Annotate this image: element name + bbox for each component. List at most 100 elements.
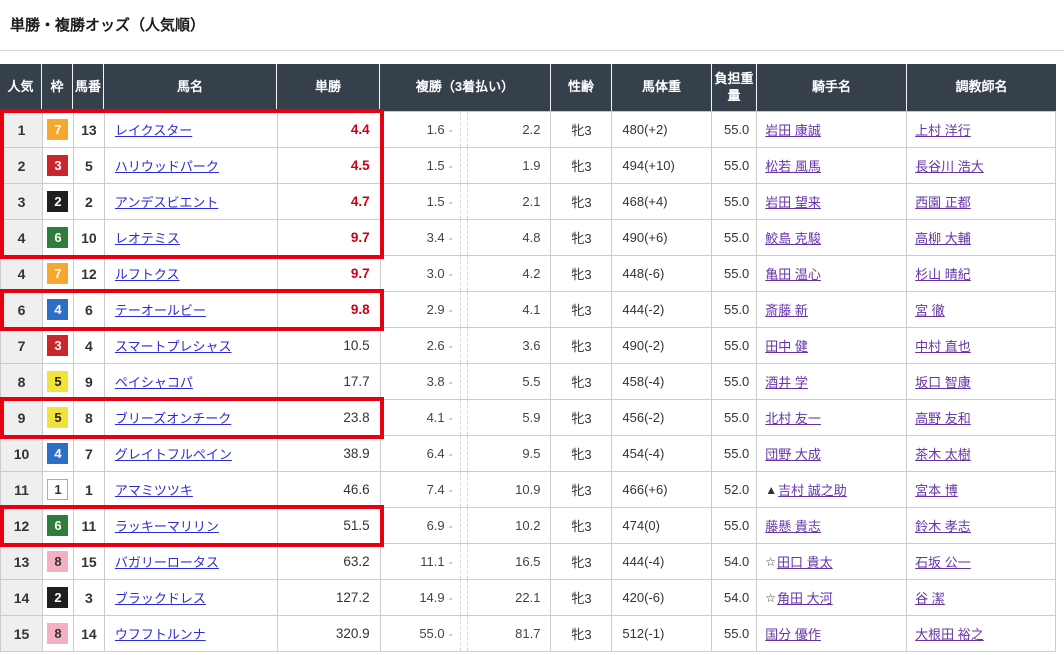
- place-odds-cell: 3.4-4.8: [381, 220, 552, 255]
- table-row: 734スマートプレシャス10.52.6-3.6牝3490(-2)55.0田中 健…: [0, 328, 1056, 364]
- jockey-link[interactable]: 田口 貴太: [777, 552, 833, 571]
- horse-weight-cell: 444(-4): [612, 544, 712, 579]
- trainer-link[interactable]: 鈴木 孝志: [915, 516, 971, 535]
- header-win-odds: 単勝: [277, 64, 380, 111]
- horse-name-cell: アマミツツキ: [105, 472, 278, 507]
- horse-name-link[interactable]: ハリウッドパーク: [115, 156, 219, 175]
- place-odds-high: 4.8: [468, 230, 551, 245]
- trainer-link[interactable]: 高野 友和: [915, 408, 971, 427]
- place-odds-low: 3.0: [381, 266, 445, 281]
- jockey-link[interactable]: 鮫島 克駿: [765, 228, 821, 247]
- horse-name-link[interactable]: ラッキーマリリン: [115, 516, 219, 535]
- jockey-link[interactable]: 吉村 誠之助: [778, 480, 847, 499]
- place-odds-low: 14.9: [381, 590, 445, 605]
- range-dash: -: [449, 555, 453, 569]
- win-odds-cell: 4.5: [278, 148, 381, 183]
- range-dash: -: [449, 375, 453, 389]
- trainer-link[interactable]: 茶木 太樹: [915, 444, 971, 463]
- odds-page: 単勝・複勝オッズ（人気順） 人気枠馬番馬名単勝複勝（3着払い）性齢馬体重負担重量…: [0, 0, 1064, 652]
- jockey-link[interactable]: 国分 優作: [765, 624, 821, 643]
- horse-name-link[interactable]: レオテミス: [115, 228, 180, 247]
- range-dash: -: [449, 159, 453, 173]
- place-odds-cell: 3.8-5.5: [381, 364, 552, 399]
- trainer-link[interactable]: 中村 直也: [915, 336, 971, 355]
- rank-cell: 14: [1, 580, 43, 615]
- jockey-link[interactable]: 酒井 学: [765, 372, 808, 391]
- horse-weight-cell: 490(+6): [612, 220, 712, 255]
- frame-badge: 4: [47, 299, 68, 320]
- frame-badge: 8: [47, 551, 68, 572]
- trainer-link[interactable]: 谷 潔: [915, 588, 945, 607]
- trainer-link[interactable]: 西園 正都: [915, 192, 971, 211]
- trainer-link[interactable]: 長谷川 浩大: [915, 156, 984, 175]
- place-odds-range: 6.4-9.5: [381, 436, 551, 471]
- horse-name-link[interactable]: ペイシャコパ: [115, 372, 193, 391]
- frame-badge: 3: [47, 335, 68, 356]
- place-odds-high: 2.2: [468, 122, 551, 137]
- trainer-link[interactable]: 坂口 智康: [915, 372, 971, 391]
- win-odds-value: 23.8: [343, 410, 369, 425]
- rank-cell: 11: [1, 472, 43, 507]
- trainer-link[interactable]: 大根田 裕之: [915, 624, 984, 643]
- horse-name-link[interactable]: スマートプレシャス: [115, 336, 232, 355]
- table-row: 4712ルフトクス9.73.0-4.2牝3448(-6)55.0亀田 温心杉山 …: [0, 256, 1056, 292]
- place-odds-range: 2.9-4.1: [381, 292, 551, 327]
- jockey-link[interactable]: 岩田 康誠: [765, 120, 821, 139]
- jockey-link[interactable]: 斎藤 新: [765, 300, 808, 319]
- trainer-link[interactable]: 宮 徹: [915, 300, 945, 319]
- sex-age-cell: 牝3: [551, 112, 612, 147]
- header-rank-label: 人気: [7, 79, 33, 95]
- rank-cell: 4: [1, 256, 43, 291]
- frame-badge: 7: [47, 263, 68, 284]
- horse-name-link[interactable]: ルフトクス: [115, 264, 180, 283]
- horse-number-cell: 14: [74, 616, 105, 651]
- place-odds-low: 4.1: [381, 410, 445, 425]
- horse-number-cell: 12: [74, 256, 105, 291]
- table-row: 322アンデスビエント4.71.5-2.1牝3468(+4)55.0岩田 望来西…: [0, 184, 1056, 220]
- place-odds-range: 3.4-4.8: [381, 220, 551, 255]
- horse-weight-cell: 474(0): [612, 508, 712, 543]
- win-odds-cell: 51.5: [278, 508, 381, 543]
- horse-name-link[interactable]: レイクスター: [115, 120, 192, 139]
- place-odds-cell: 55.0-81.7: [381, 616, 552, 651]
- frame-badge: 5: [47, 407, 68, 428]
- horse-name-link[interactable]: ウフフトルンナ: [115, 624, 206, 643]
- trainer-link[interactable]: 石坂 公一: [915, 552, 971, 571]
- place-odds-cell: 6.4-9.5: [381, 436, 552, 471]
- jockey-link[interactable]: 団野 大成: [765, 444, 821, 463]
- horse-weight-cell: 466(+6): [612, 472, 712, 507]
- trainer-link[interactable]: 杉山 晴紀: [915, 264, 971, 283]
- horse-weight-cell: 512(-1): [612, 616, 712, 651]
- horse-name-link[interactable]: アンデスビエント: [115, 192, 218, 211]
- horse-number-cell: 9: [74, 364, 105, 399]
- sex-age-cell: 牝3: [551, 364, 612, 399]
- trainer-link[interactable]: 高柳 大輔: [915, 228, 971, 247]
- horse-name-link[interactable]: アマミツツキ: [115, 480, 193, 499]
- jockey-link[interactable]: 松若 風馬: [765, 156, 821, 175]
- rank-cell: 6: [1, 292, 43, 327]
- jockey-cell: 斎藤 新: [757, 292, 907, 327]
- table-row: 1713レイクスター4.41.6-2.2牝3480(+2)55.0岩田 康誠上村…: [0, 112, 1056, 148]
- horse-name-link[interactable]: グレイトフルペイン: [115, 444, 232, 463]
- horse-name-link[interactable]: テーオールビー: [115, 300, 206, 319]
- jockey-link[interactable]: 田中 健: [765, 336, 808, 355]
- place-odds-high: 5.5: [468, 374, 551, 389]
- trainer-link[interactable]: 宮本 博: [915, 480, 958, 499]
- horse-name-link[interactable]: バガリーロータス: [115, 552, 219, 571]
- horse-name-link[interactable]: ブリーズオンチーク: [115, 408, 231, 427]
- jockey-link[interactable]: 藤懸 貴志: [765, 516, 821, 535]
- jockey-link[interactable]: 角田 大河: [777, 588, 833, 607]
- impost-cell: 55.0: [712, 328, 757, 363]
- place-odds-range: 2.6-3.6: [381, 328, 551, 363]
- jockey-cell: 団野 大成: [757, 436, 907, 471]
- horse-name-link[interactable]: ブラックドレス: [115, 588, 206, 607]
- frame-badge: 5: [47, 371, 68, 392]
- table-row: 646テーオールビー9.82.9-4.1牝3444(-2)55.0斎藤 新宮 徹: [0, 292, 1056, 328]
- horse-weight-cell: 490(-2): [612, 328, 712, 363]
- jockey-cell: 酒井 学: [757, 364, 907, 399]
- jockey-link[interactable]: 亀田 温心: [765, 264, 821, 283]
- jockey-link[interactable]: 岩田 望来: [765, 192, 821, 211]
- place-odds-range: 1.6-2.2: [381, 112, 551, 147]
- jockey-link[interactable]: 北村 友一: [765, 408, 821, 427]
- trainer-link[interactable]: 上村 洋行: [915, 120, 971, 139]
